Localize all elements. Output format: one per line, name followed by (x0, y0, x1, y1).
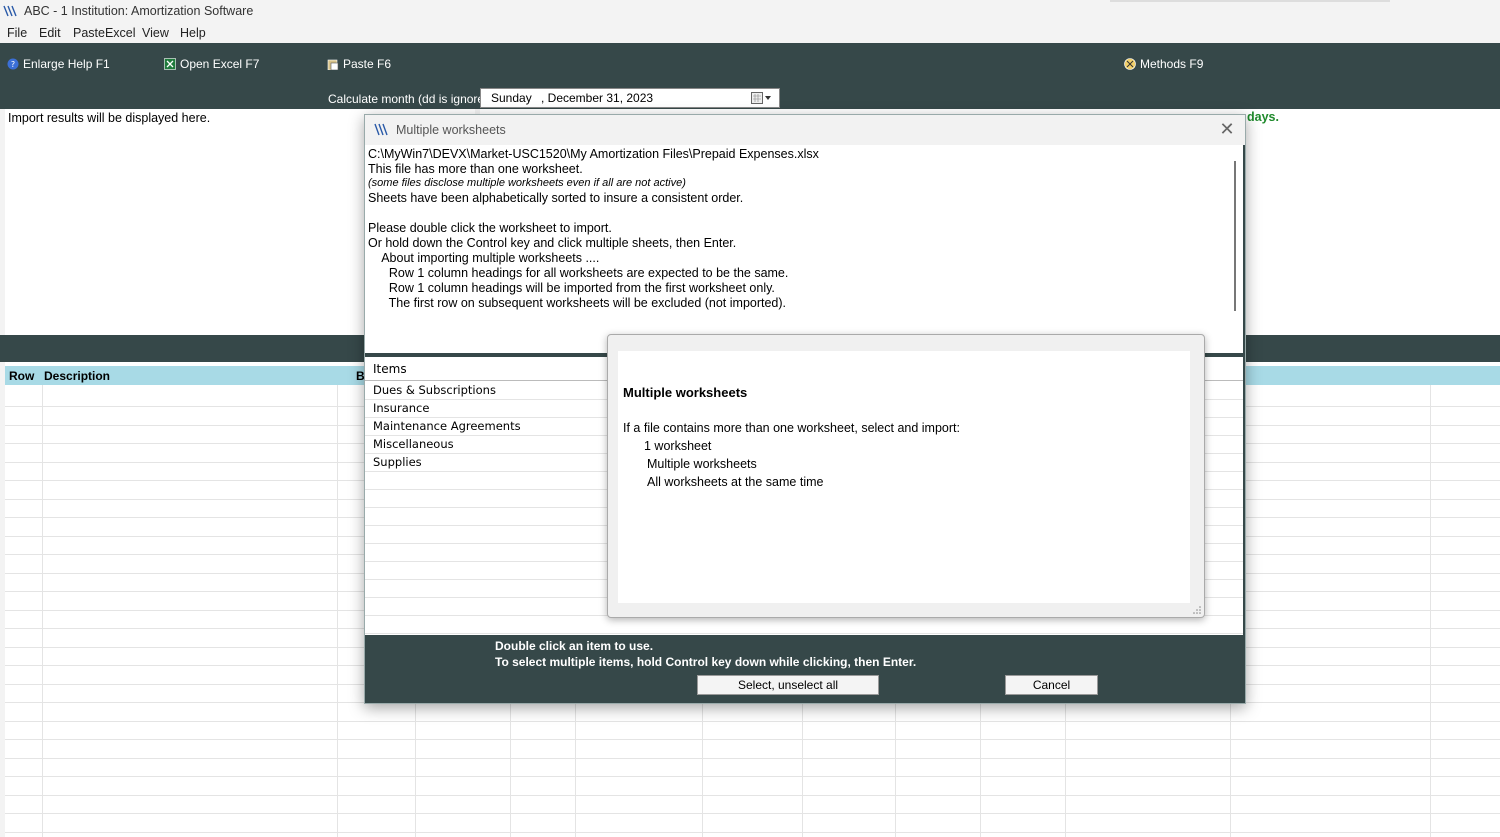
grid-row-line (5, 720, 1500, 722)
excel-icon (164, 58, 176, 70)
cancel-button[interactable]: Cancel (1005, 675, 1098, 695)
app-logo-icon (3, 5, 17, 17)
menu-pasteexcel[interactable]: PasteExcel (73, 26, 136, 40)
select-unselect-all-button[interactable]: Select, unselect all (697, 675, 879, 695)
paste-label: Paste F6 (343, 57, 392, 71)
list-item-label: Supplies (373, 455, 422, 469)
dialog-title: Multiple worksheets (396, 123, 506, 137)
help-option: 1 worksheet (644, 439, 712, 453)
list-item-label: Miscellaneous (373, 437, 454, 451)
help-option: Multiple worksheets (647, 457, 757, 471)
enlarge-help-label: Enlarge Help F1 (23, 57, 110, 71)
methods-button[interactable]: Methods F9 (1124, 57, 1203, 71)
info-line: Or hold down the Control key and click m… (368, 236, 737, 250)
info-line: (some files disclose multiple worksheets… (368, 177, 686, 189)
menu-bar: File Edit PasteExcel View Help (0, 22, 1500, 43)
clipboard-icon (327, 59, 339, 70)
svg-text:?: ? (11, 60, 15, 69)
menu-view[interactable]: View (142, 26, 169, 40)
info-line: The first row on subsequent worksheets w… (368, 296, 787, 310)
grid-row-line (5, 813, 1500, 814)
column-header-description[interactable]: Description (44, 369, 110, 383)
grid-column-line (42, 385, 43, 837)
list-item-label: Insurance (373, 401, 430, 415)
window-controls (1110, 0, 1390, 2)
column-header-row[interactable]: Row (9, 369, 34, 383)
info-scrollbar[interactable] (1234, 161, 1236, 311)
methods-label: Methods F9 (1140, 57, 1204, 71)
hint-double-click: Double click an item to use. (495, 639, 654, 653)
open-excel-button[interactable]: Open Excel F7 (164, 57, 259, 71)
paste-button[interactable]: Paste F6 (327, 57, 391, 71)
info-file-path: C:\MyWin7\DEVX\Market-USC1520\My Amortiz… (368, 147, 819, 161)
help-popup: Multiple worksheets If a file contains m… (607, 334, 1205, 618)
list-header-items: Items (373, 362, 407, 376)
methods-icon (1124, 58, 1136, 70)
grid-row-line (5, 739, 1500, 740)
toolbar: ? Enlarge Help F1 Open Excel F7 Paste F6… (0, 43, 1500, 109)
help-title: Multiple worksheets (623, 385, 748, 400)
grid-row-line (5, 776, 1500, 777)
grid-row-line (5, 757, 1500, 759)
date-value: , December 31, 2023 (541, 91, 654, 105)
help-popup-content: Multiple worksheets If a file contains m… (618, 351, 1190, 603)
info-line: About importing multiple worksheets .... (368, 251, 600, 265)
menu-help[interactable]: Help (180, 26, 206, 40)
close-icon[interactable]: ✕ (1217, 119, 1237, 140)
help-icon: ? (7, 58, 19, 70)
info-line: Row 1 column headings for all worksheets… (368, 266, 789, 280)
grid-row-line (5, 794, 1500, 796)
title-bar: ABC - 1 Institution: Amortization Softwa… (0, 0, 1500, 22)
info-line: Row 1 column headings will be imported f… (368, 281, 775, 295)
worksheet-info-text: C:\MyWin7\DEVX\Market-USC1520\My Amortiz… (365, 145, 1243, 353)
dialog-title-bar: Multiple worksheets ✕ (365, 115, 1245, 145)
info-line: This file has more than one worksheet. (368, 162, 583, 176)
calculate-month-date-picker[interactable]: Sunday , December 31, 2023 (480, 88, 780, 108)
info-line: Please double click the worksheet to imp… (368, 221, 612, 235)
resize-grip-icon[interactable] (1193, 606, 1201, 614)
list-item-label: Dues & Subscriptions (373, 383, 496, 397)
enlarge-help-button[interactable]: ? Enlarge Help F1 (7, 57, 110, 71)
list-item-label: Maintenance Agreements (373, 419, 521, 433)
status-green-text: days. (1247, 110, 1279, 124)
info-line: Sheets have been alphabetically sorted t… (368, 191, 744, 205)
help-intro: If a file contains more than one workshe… (623, 421, 960, 435)
hint-multi-select: To select multiple items, hold Control k… (495, 655, 917, 669)
grid-column-line (1430, 385, 1431, 837)
dialog-app-icon (374, 123, 388, 136)
date-day: Sunday (491, 91, 532, 105)
calculate-month-label: Calculate month (dd is ignored) (328, 92, 495, 106)
help-option: All worksheets at the same time (647, 475, 824, 489)
grid-row-line (5, 831, 1500, 833)
import-results-text: Import results will be displayed here. (8, 111, 211, 125)
menu-file[interactable]: File (7, 26, 27, 40)
open-excel-label: Open Excel F7 (180, 57, 260, 71)
window-title: ABC - 1 Institution: Amortization Softwa… (24, 4, 254, 18)
calendar-dropdown-icon[interactable] (751, 92, 773, 104)
menu-edit[interactable]: Edit (39, 26, 61, 40)
grid-column-line (337, 385, 338, 837)
